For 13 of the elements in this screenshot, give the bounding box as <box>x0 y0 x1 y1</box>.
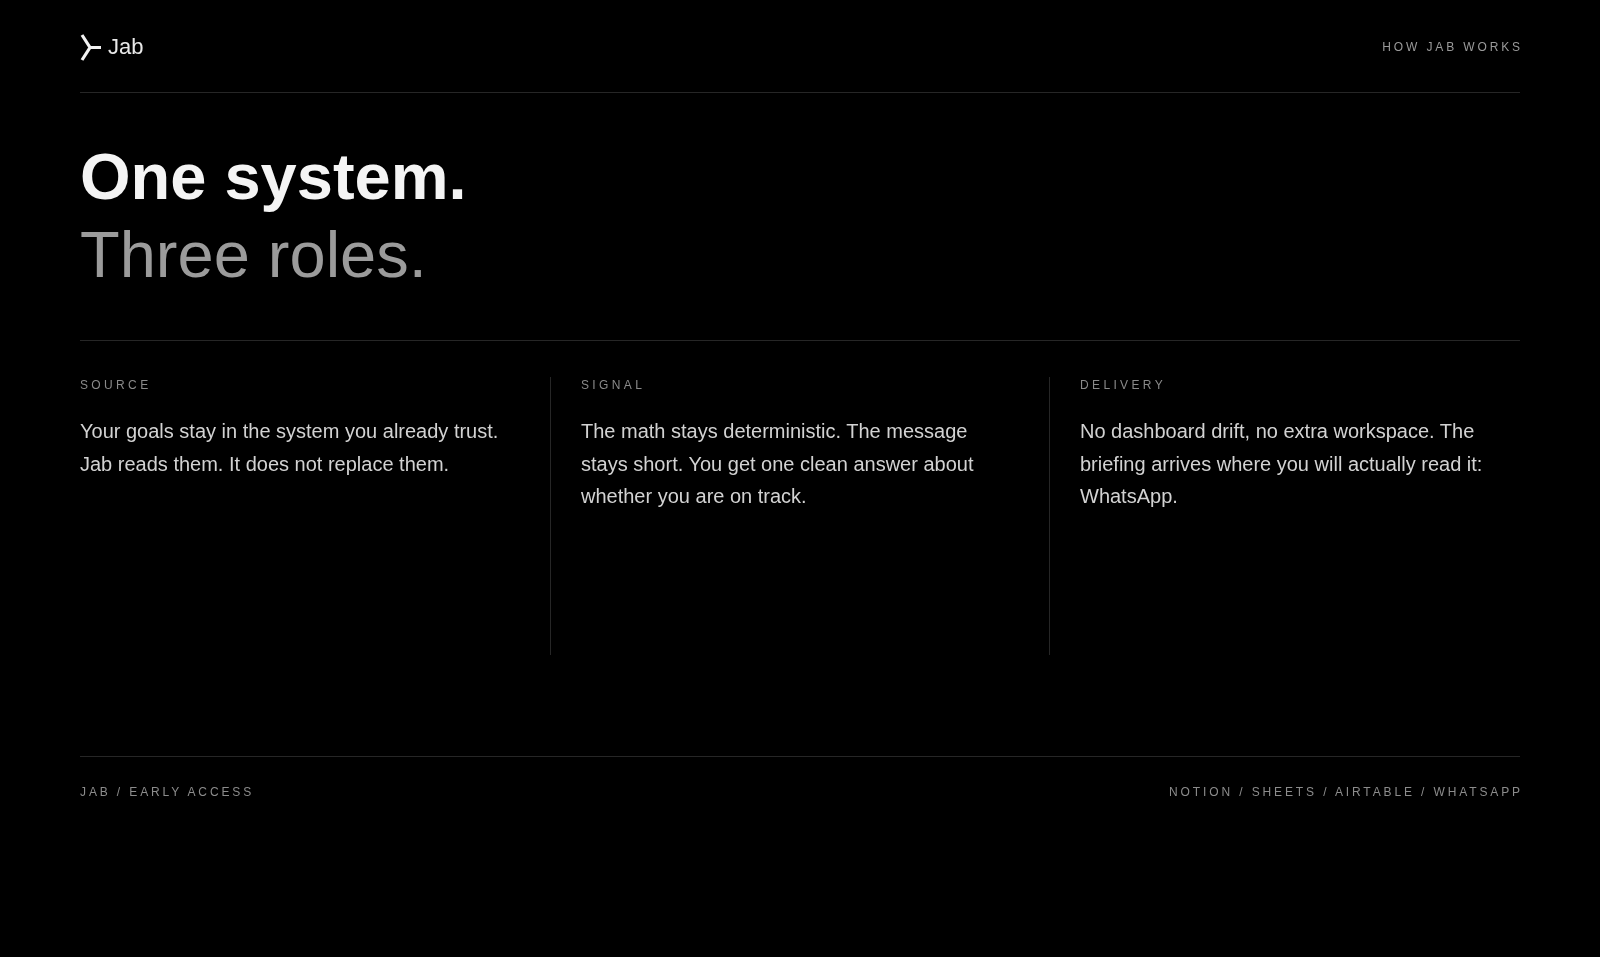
nav-link[interactable]: HOW JAB WORKS <box>1382 39 1523 55</box>
logo-link[interactable]: Jab <box>80 32 144 62</box>
section-label: DELIVERY <box>1080 377 1167 393</box>
section-label: SOURCE <box>80 377 152 393</box>
footer-text: JAB / EARLY ACCESS <box>80 784 255 800</box>
subheadline: Three roles. <box>80 217 427 293</box>
section-description: Your goals stay in the system you already trust. Jab reads them. It does not replace them. <box>80 419 500 477</box>
section-description: The math stays deterministic. The message stays short. You get one clean answer about whether you are on track. <box>581 419 975 510</box>
footer-text: NOTION / SHEETS / AIRTABLE / WHATSAPP <box>1169 784 1523 800</box>
section-description: No dashboard drift, no extra workspace. The briefing arrives where you will actually read it: WhatsApp. <box>1080 419 1484 510</box>
logo-icon <box>80 32 101 62</box>
headline: One system. <box>80 139 467 215</box>
section-label: SIGNAL <box>581 377 646 393</box>
